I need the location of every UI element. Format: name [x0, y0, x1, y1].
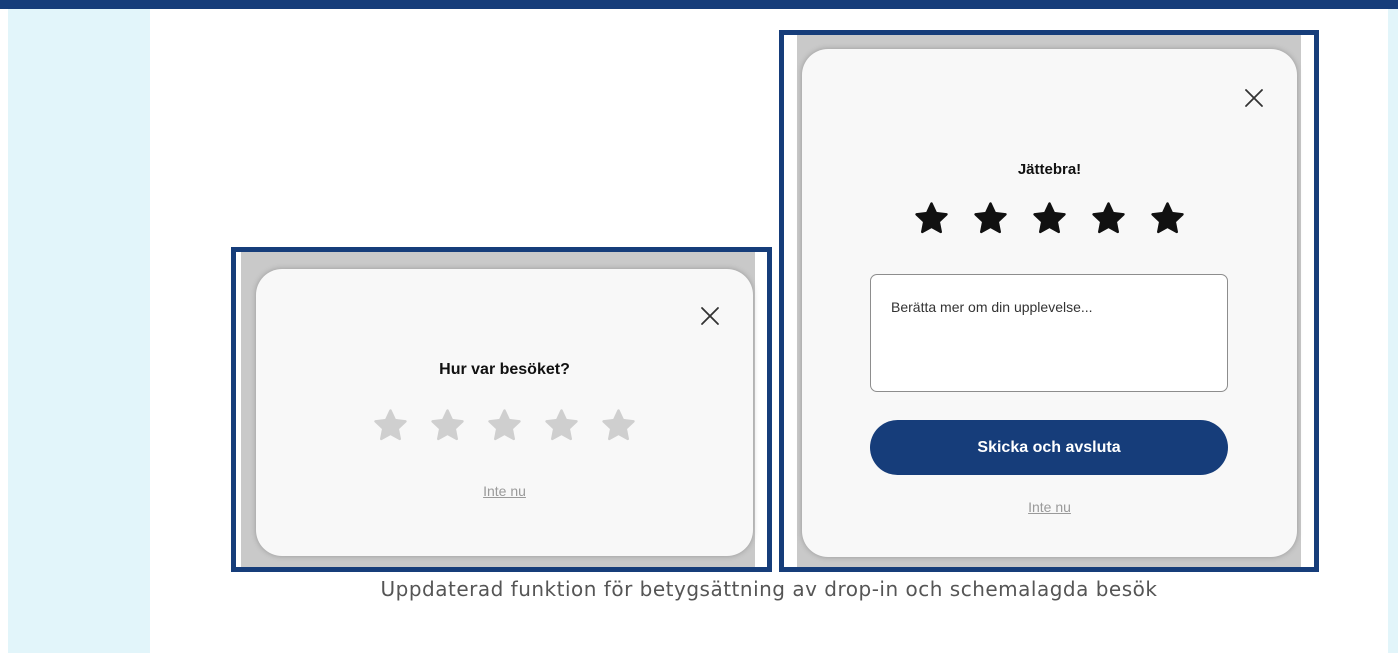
close-icon[interactable] [1243, 87, 1265, 109]
right-side-panel [1388, 9, 1398, 653]
screenshot-rated: Jättebra! Skicka och avsluta Inte nu [779, 30, 1319, 572]
dialog-title: Hur var besöket? [439, 361, 570, 378]
caption: Uppdaterad funktion för betygsättning av… [380, 577, 1158, 601]
star-icon[interactable] [486, 407, 523, 444]
left-margin [0, 9, 8, 653]
top-accent-bar [0, 0, 1398, 9]
star-icon[interactable] [1149, 200, 1186, 237]
star-icon[interactable] [1031, 200, 1068, 237]
dialog-title: Jättebra! [1017, 161, 1082, 178]
not-now-link[interactable]: Inte nu [256, 483, 753, 499]
star-rating [802, 200, 1297, 237]
close-icon[interactable] [699, 305, 721, 327]
side-panel [8, 9, 150, 653]
rating-dialog: Jättebra! Skicka och avsluta Inte nu [802, 49, 1297, 557]
feedback-input[interactable] [870, 274, 1228, 392]
star-icon[interactable] [429, 407, 466, 444]
rating-dialog: Hur var besöket? Inte nu [256, 269, 753, 556]
star-icon[interactable] [1090, 200, 1127, 237]
star-icon[interactable] [913, 200, 950, 237]
star-rating [256, 407, 753, 444]
submit-button[interactable]: Skicka och avsluta [870, 420, 1228, 475]
screenshot-initial-rating: Hur var besöket? Inte nu [231, 247, 772, 572]
star-icon[interactable] [543, 407, 580, 444]
star-icon[interactable] [600, 407, 637, 444]
star-icon[interactable] [372, 407, 409, 444]
star-icon[interactable] [972, 200, 1009, 237]
not-now-link[interactable]: Inte nu [802, 499, 1297, 515]
